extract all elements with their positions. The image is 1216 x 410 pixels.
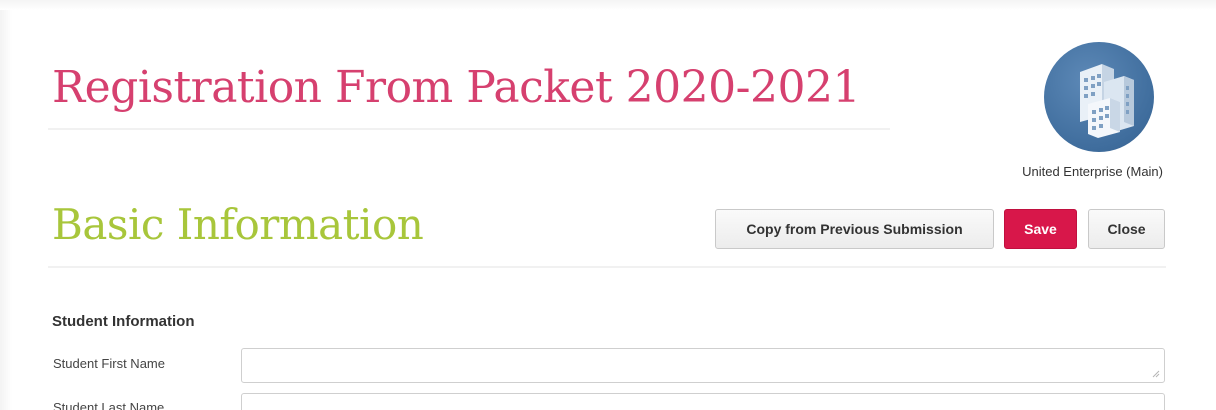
section-title: Basic Information — [52, 200, 424, 249]
student-last-name-field[interactable] — [241, 393, 1165, 410]
resize-handle-icon[interactable] — [1150, 368, 1160, 378]
organization-name: United Enterprise (Main) — [1022, 164, 1163, 179]
window-top-edge — [0, 0, 1216, 10]
close-button[interactable]: Close — [1088, 209, 1165, 249]
student-last-name-label: Student Last Name — [53, 400, 165, 410]
student-first-name-field[interactable] — [241, 348, 1165, 383]
save-button[interactable]: Save — [1004, 209, 1077, 249]
form-title: Registration From Packet 2020-2021 — [52, 62, 860, 113]
student-first-name-label: Student First Name — [53, 356, 165, 371]
title-divider — [48, 128, 890, 130]
buildings-icon — [1044, 42, 1154, 152]
copy-previous-submission-button[interactable]: Copy from Previous Submission — [715, 209, 994, 249]
window-left-edge — [0, 0, 12, 410]
student-information-heading: Student Information — [52, 313, 195, 330]
registration-form-page: Registration From Packet 2020-2021 Unite… — [0, 0, 1216, 410]
section-divider — [48, 266, 1166, 268]
